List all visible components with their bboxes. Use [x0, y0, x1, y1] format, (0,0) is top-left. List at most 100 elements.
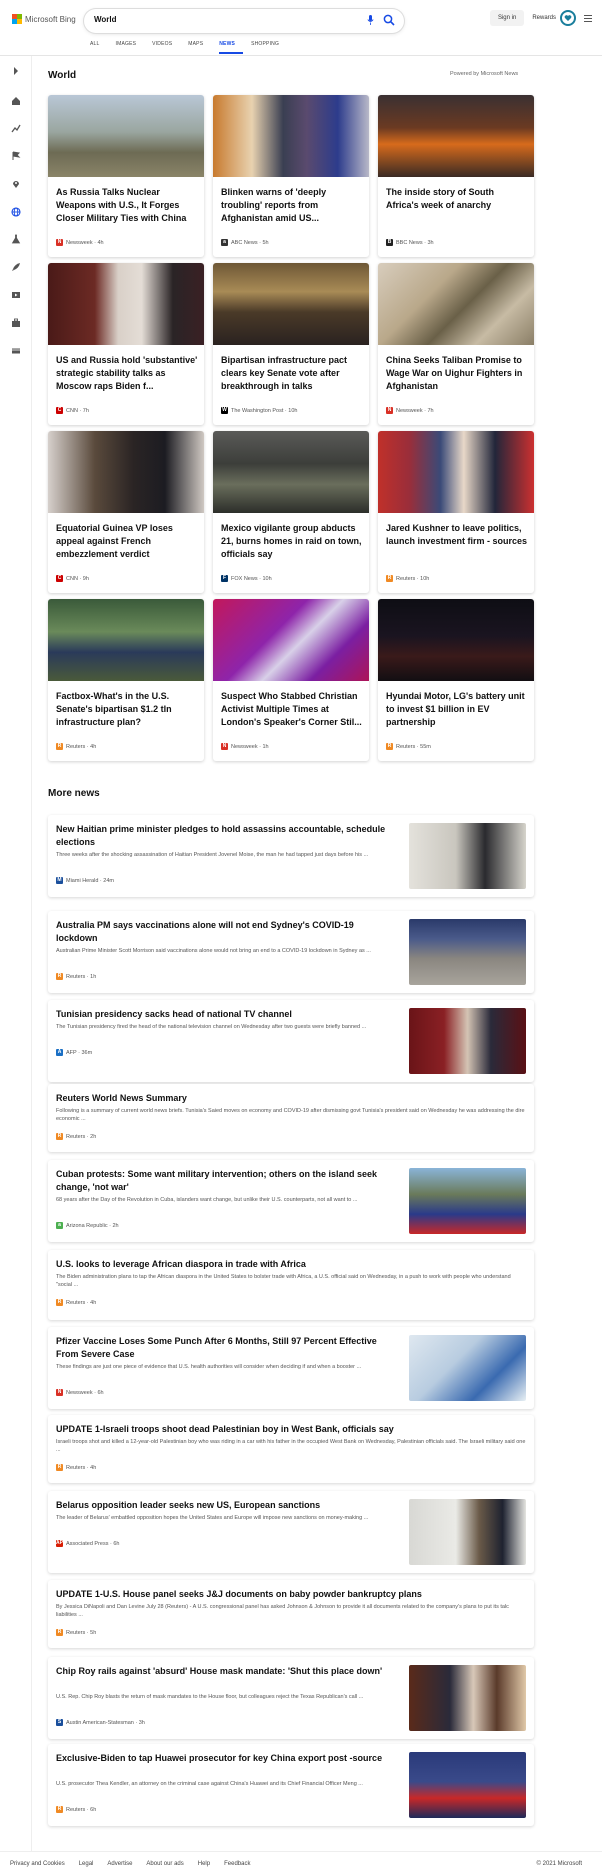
news-list-thumbnail[interactable] — [409, 1665, 526, 1731]
tab-news[interactable]: NEWS — [219, 40, 244, 54]
news-card-image[interactable] — [48, 431, 204, 513]
tab-maps[interactable]: MAPS — [188, 40, 211, 54]
news-list-item[interactable]: U.S. looks to leverage African diaspora … — [48, 1250, 534, 1320]
footer-link-advertise[interactable]: Advertise — [107, 1861, 132, 1867]
news-card-image[interactable] — [378, 431, 534, 513]
source-text: CNN · 9h — [66, 575, 89, 582]
news-card-image[interactable] — [213, 599, 369, 681]
news-list-title[interactable]: Cuban protests: Some want military inter… — [56, 1168, 396, 1194]
news-list-item[interactable]: Exclusive-Biden to tap Huawei prosecutor… — [48, 1744, 534, 1826]
news-card[interactable]: Hyundai Motor, LG's battery unit to inve… — [378, 599, 534, 761]
news-list-title[interactable]: Reuters World News Summary — [56, 1092, 526, 1105]
search-icon[interactable] — [383, 14, 395, 26]
news-card[interactable]: Mexico vigilante group abducts 21, burns… — [213, 431, 369, 593]
news-card-title[interactable]: The inside story of South Africa's week … — [386, 186, 528, 212]
news-card-title[interactable]: Suspect Who Stabbed Christian Activist M… — [221, 690, 363, 729]
news-list-title[interactable]: Belarus opposition leader seeks new US, … — [56, 1499, 396, 1512]
bing-logo[interactable]: Microsoft Bing — [12, 14, 76, 24]
news-list-item[interactable]: UPDATE 1-Israeli troops shoot dead Pales… — [48, 1415, 534, 1483]
news-card-title[interactable]: Blinken warns of 'deeply troubling' repo… — [221, 186, 363, 225]
news-list-thumbnail[interactable] — [409, 1008, 526, 1074]
technology-rocket-icon[interactable] — [11, 262, 21, 272]
news-card[interactable]: Blinken warns of 'deeply troubling' repo… — [213, 95, 369, 257]
news-list-title[interactable]: Exclusive-Biden to tap Huawei prosecutor… — [56, 1752, 396, 1765]
news-card[interactable]: The inside story of South Africa's week … — [378, 95, 534, 257]
news-card[interactable]: Equatorial Guinea VP loses appeal agains… — [48, 431, 204, 593]
news-card[interactable]: As Russia Talks Nuclear Weapons with U.S… — [48, 95, 204, 257]
news-card-title[interactable]: As Russia Talks Nuclear Weapons with U.S… — [56, 186, 198, 225]
news-list-thumbnail[interactable] — [409, 919, 526, 985]
news-card-title[interactable]: US and Russia hold 'substantive' strateg… — [56, 354, 198, 393]
news-card-image[interactable] — [378, 599, 534, 681]
news-card-title[interactable]: China Seeks Taliban Promise to Wage War … — [386, 354, 528, 393]
footer-link-legal[interactable]: Legal — [79, 1861, 94, 1867]
news-card-title[interactable]: Bipartisan infrastructure pact clears ke… — [221, 354, 363, 393]
tab-videos[interactable]: VIDEOS — [152, 40, 180, 54]
news-list-thumbnail[interactable] — [409, 1499, 526, 1565]
search-input[interactable]: World — [94, 15, 117, 24]
footer-link-privacy[interactable]: Privacy and Cookies — [10, 1861, 65, 1867]
news-list-thumbnail[interactable] — [409, 1752, 526, 1818]
news-list-title[interactable]: UPDATE 1-Israeli troops shoot dead Pales… — [56, 1423, 526, 1436]
news-list-item[interactable]: Pfizer Vaccine Loses Some Punch After 6 … — [48, 1327, 534, 1409]
world-globe-icon[interactable] — [11, 207, 21, 217]
news-card-image[interactable] — [48, 95, 204, 177]
tab-images[interactable]: IMAGES — [116, 40, 145, 54]
menu-icon[interactable] — [584, 15, 592, 22]
news-list-title[interactable]: UPDATE 1-U.S. House panel seeks J&J docu… — [56, 1588, 526, 1601]
home-icon[interactable] — [11, 96, 21, 106]
news-card-image[interactable] — [48, 599, 204, 681]
business-icon[interactable] — [11, 318, 21, 328]
news-list-title[interactable]: Tunisian presidency sacks head of nation… — [56, 1008, 396, 1021]
news-card-image[interactable] — [378, 95, 534, 177]
sign-in-button[interactable]: Sign in — [489, 10, 525, 26]
news-list-title[interactable]: Chip Roy rails against 'absurd' House ma… — [56, 1665, 396, 1678]
news-list-item[interactable]: Tunisian presidency sacks head of nation… — [48, 1000, 534, 1082]
news-card-title[interactable]: Mexico vigilante group abducts 21, burns… — [221, 522, 363, 561]
news-list-item[interactable]: UPDATE 1-U.S. House panel seeks J&J docu… — [48, 1580, 534, 1648]
news-list-item[interactable]: Cuban protests: Some want military inter… — [48, 1160, 534, 1242]
money-icon[interactable] — [11, 346, 21, 356]
tab-shopping[interactable]: SHOPPING — [251, 40, 287, 54]
news-list-thumbnail[interactable] — [409, 1168, 526, 1234]
news-card[interactable]: Jared Kushner to leave politics, launch … — [378, 431, 534, 593]
news-card[interactable]: China Seeks Taliban Promise to Wage War … — [378, 263, 534, 425]
news-list-item[interactable]: New Haitian prime minister pledges to ho… — [48, 815, 534, 897]
news-list-title[interactable]: Pfizer Vaccine Loses Some Punch After 6 … — [56, 1335, 396, 1361]
news-card-image[interactable] — [213, 95, 369, 177]
news-list-item[interactable]: Australia PM says vaccinations alone wil… — [48, 911, 534, 993]
entertainment-icon[interactable] — [11, 290, 21, 300]
microphone-icon[interactable] — [367, 15, 374, 26]
news-card[interactable]: US and Russia hold 'substantive' strateg… — [48, 263, 204, 425]
science-icon[interactable] — [11, 234, 21, 244]
news-list-thumbnail[interactable] — [409, 823, 526, 889]
news-list-title[interactable]: U.S. looks to leverage African diaspora … — [56, 1258, 526, 1271]
news-card[interactable]: Suspect Who Stabbed Christian Activist M… — [213, 599, 369, 761]
news-card-title[interactable]: Jared Kushner to leave politics, launch … — [386, 522, 528, 548]
news-card-image[interactable] — [213, 263, 369, 345]
footer-link-help[interactable]: Help — [198, 1861, 210, 1867]
news-card[interactable]: Bipartisan infrastructure pact clears ke… — [213, 263, 369, 425]
news-list-thumbnail[interactable] — [409, 1335, 526, 1401]
rewards-button[interactable]: Rewards — [532, 10, 576, 26]
news-card-image[interactable] — [48, 263, 204, 345]
footer-link-about-ads[interactable]: About our ads — [146, 1861, 183, 1867]
local-pin-icon[interactable] — [11, 179, 21, 189]
news-card-title[interactable]: Equatorial Guinea VP loses appeal agains… — [56, 522, 198, 561]
tab-all[interactable]: ALL — [90, 40, 108, 54]
news-list-item[interactable]: Belarus opposition leader seeks new US, … — [48, 1491, 534, 1573]
news-list-item[interactable]: Reuters World News Summary Following is a… — [48, 1084, 534, 1152]
news-card-title[interactable]: Hyundai Motor, LG's battery unit to inve… — [386, 690, 528, 729]
news-list-item[interactable]: Chip Roy rails against 'absurd' House ma… — [48, 1657, 534, 1739]
trending-icon[interactable] — [11, 123, 21, 133]
news-list-title[interactable]: Australia PM says vaccinations alone wil… — [56, 919, 396, 945]
expand-chevron-icon[interactable] — [11, 66, 21, 76]
news-card-title[interactable]: Factbox-What's in the U.S. Senate's bipa… — [56, 690, 198, 729]
us-flag-icon[interactable] — [11, 151, 21, 161]
news-card-image[interactable] — [378, 263, 534, 345]
news-list-title[interactable]: New Haitian prime minister pledges to ho… — [56, 823, 396, 849]
footer-link-feedback[interactable]: Feedback — [224, 1861, 250, 1867]
news-card-image[interactable] — [213, 431, 369, 513]
search-box[interactable]: World — [84, 9, 404, 33]
news-card[interactable]: Factbox-What's in the U.S. Senate's bipa… — [48, 599, 204, 761]
